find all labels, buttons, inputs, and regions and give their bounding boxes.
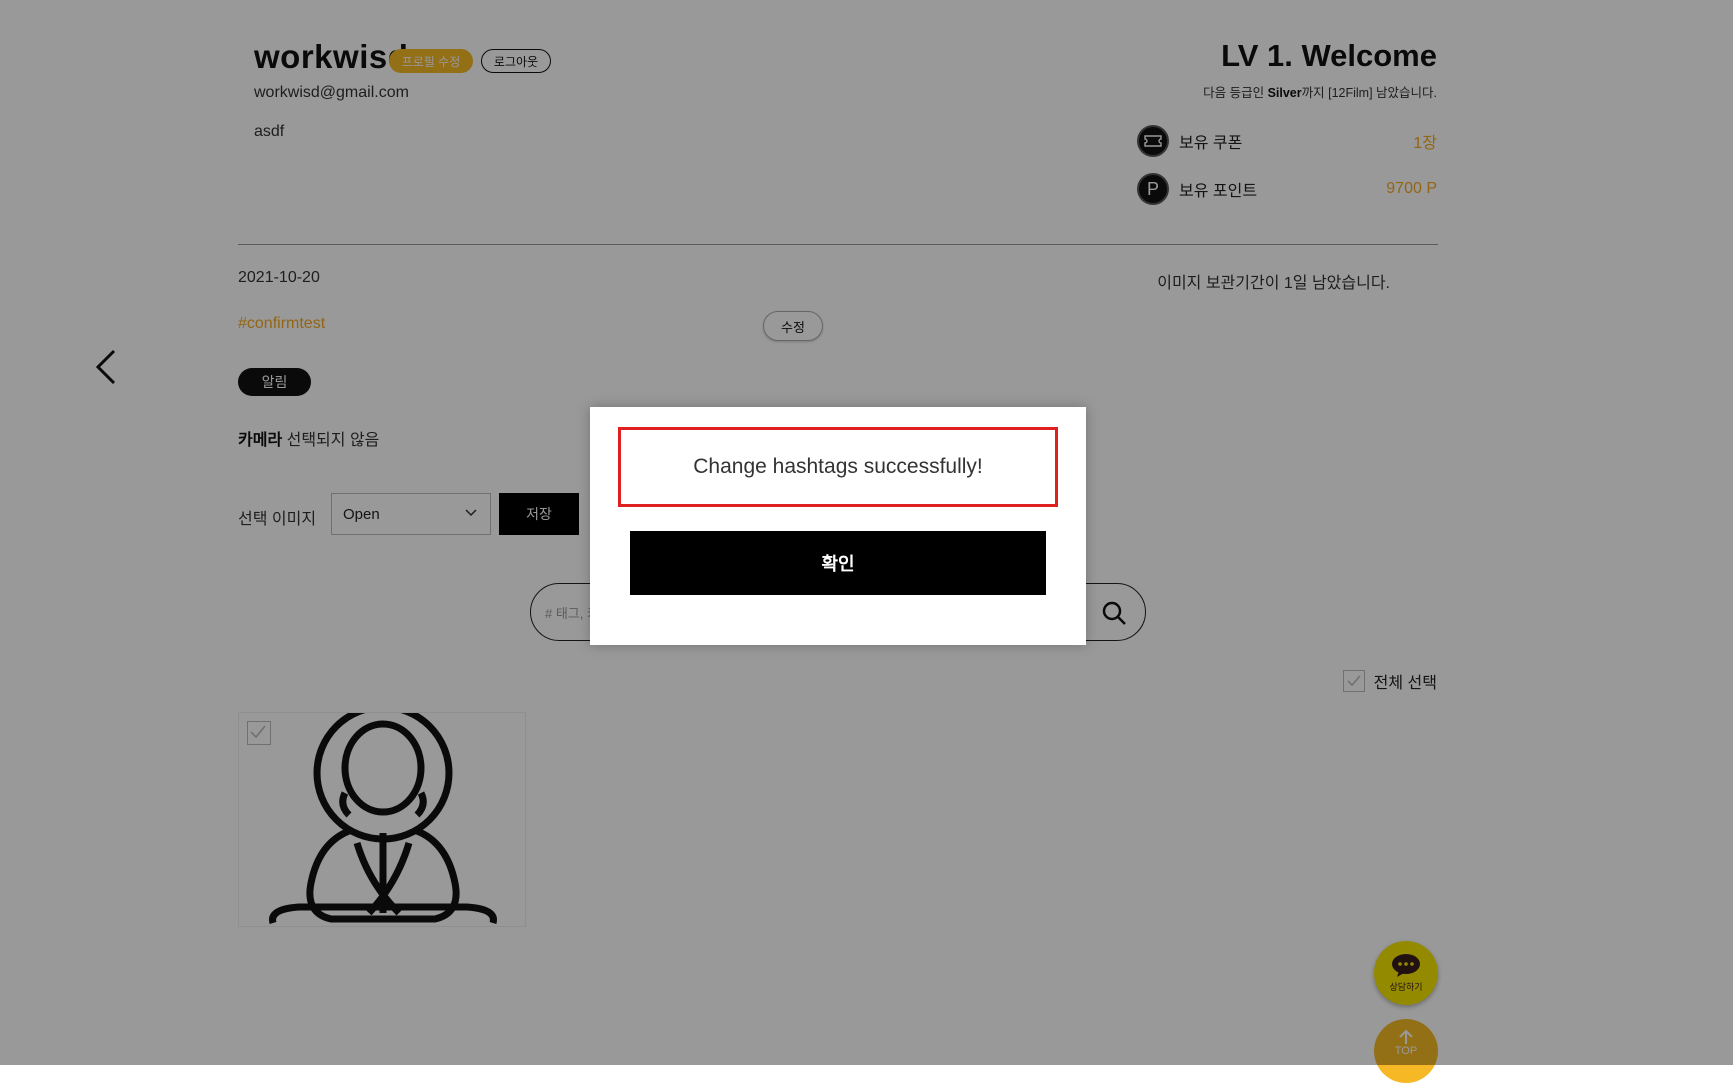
alert-modal: Change hashtags successfully! 확인 [590, 407, 1086, 645]
modal-message-highlight: Change hashtags successfully! [618, 427, 1058, 507]
confirm-button[interactable]: 확인 [630, 531, 1046, 595]
modal-message: Change hashtags successfully! [693, 455, 983, 478]
